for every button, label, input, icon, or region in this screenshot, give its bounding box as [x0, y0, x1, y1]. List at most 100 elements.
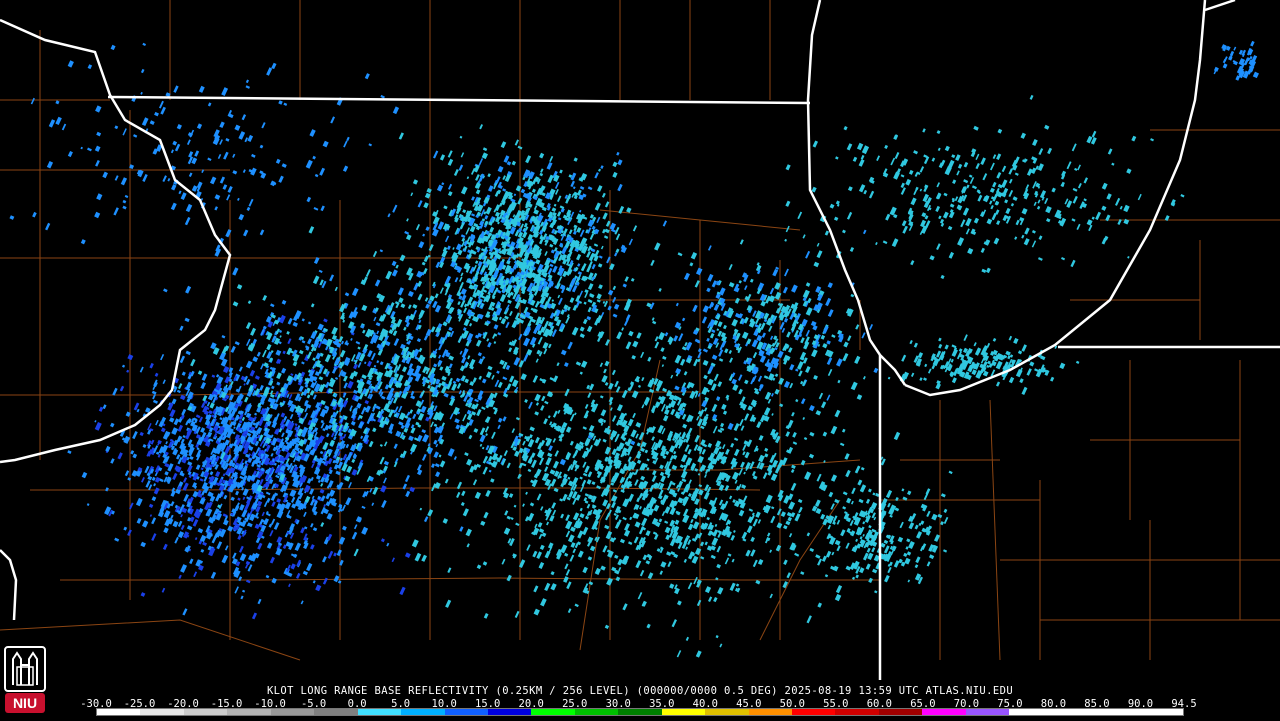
radar-echo — [452, 247, 454, 250]
radar-echo — [480, 521, 485, 526]
radar-echo — [901, 174, 905, 177]
radar-echo — [713, 597, 717, 602]
radar-echo — [567, 342, 573, 350]
radar-echo — [155, 420, 159, 426]
radar-echo — [857, 480, 862, 486]
radar-echo — [863, 376, 866, 380]
radar-echo — [187, 465, 193, 473]
radar-echo — [550, 264, 554, 267]
radar-echo — [494, 341, 497, 344]
radar-echo — [791, 412, 795, 417]
radar-echo — [178, 383, 182, 389]
radar-echo — [276, 536, 282, 543]
radar-echo — [768, 326, 772, 332]
radar-echo — [276, 382, 280, 386]
radar-echo — [550, 479, 556, 487]
radar-echo — [639, 506, 642, 510]
radar-echo — [443, 518, 448, 524]
radar-echo — [604, 361, 609, 367]
radar-echo — [730, 583, 736, 591]
radar-echo — [855, 324, 859, 329]
radar-echo — [433, 451, 439, 458]
radar-echo — [543, 418, 548, 424]
radar-echo — [487, 342, 491, 347]
radar-echo — [615, 522, 620, 529]
radar-echo — [616, 332, 622, 340]
radar-echo — [628, 331, 633, 337]
radar-echo — [361, 527, 368, 535]
radar-echo — [722, 444, 725, 449]
radar-echo — [421, 429, 426, 433]
radar-echo — [117, 452, 122, 459]
radar-echo — [486, 207, 492, 215]
radar-echo — [462, 414, 467, 421]
radar-echo — [743, 472, 746, 475]
radar-echo — [783, 525, 788, 529]
radar-echo — [345, 497, 351, 505]
radar-echo — [846, 498, 851, 504]
radar-echo — [723, 411, 727, 415]
radar-echo — [869, 324, 873, 330]
radar-echo — [585, 516, 589, 520]
radar-echo — [716, 328, 719, 331]
radar-echo — [254, 413, 257, 416]
radar-echo — [299, 350, 304, 354]
radar-echo — [575, 542, 579, 548]
radar-echo — [486, 338, 489, 341]
radar-echo — [540, 405, 544, 411]
radar-echo — [461, 295, 466, 302]
radar-echo — [698, 348, 702, 352]
radar-echo — [605, 382, 609, 386]
radar-echo — [629, 517, 632, 520]
radar-echo — [448, 448, 455, 457]
radar-echo — [369, 441, 374, 447]
radar-echo — [509, 311, 513, 316]
radar-echo — [682, 318, 685, 322]
radar-echo — [371, 353, 376, 361]
radar-echo — [672, 619, 677, 627]
radar-echo — [926, 511, 930, 517]
radar-echo — [110, 458, 114, 464]
radar-echo — [169, 417, 174, 422]
radar-echo — [460, 273, 463, 277]
radar-echo — [797, 361, 804, 370]
radar-echo — [611, 502, 616, 508]
radar-echo — [422, 234, 425, 237]
radar-echo — [237, 535, 241, 540]
radar-echo — [766, 495, 773, 504]
radar-echo — [457, 383, 461, 389]
radar-echo — [588, 445, 593, 452]
radar-echo — [548, 415, 551, 418]
radar-map — [0, 0, 1280, 720]
radar-echo — [972, 185, 977, 189]
radar-echo — [1032, 139, 1038, 146]
radar-echo — [823, 432, 828, 437]
radar-echo — [642, 555, 647, 561]
radar-echo — [257, 543, 262, 550]
radar-echo — [842, 353, 848, 361]
radar-echo — [210, 471, 214, 475]
radar-echo — [549, 156, 553, 162]
radar-echo — [353, 364, 358, 370]
radar-echo — [580, 186, 585, 190]
radar-echo — [1037, 199, 1040, 203]
radar-echo — [266, 575, 270, 578]
radar-echo — [322, 556, 327, 562]
radar-echo — [1123, 205, 1129, 212]
radar-echo — [550, 583, 556, 590]
radar-echo — [400, 303, 405, 308]
radar-echo — [612, 415, 617, 422]
radar-echo — [364, 344, 369, 350]
radar-echo — [724, 348, 728, 353]
radar-echo — [772, 269, 778, 277]
radar-echo — [501, 318, 507, 324]
radar-echo — [635, 560, 641, 568]
radar-echo — [628, 456, 632, 462]
radar-echo — [589, 384, 594, 391]
radar-echo — [398, 375, 404, 382]
radar-echo — [485, 426, 489, 432]
radar-echo — [489, 470, 492, 473]
radar-echo — [388, 423, 394, 430]
radar-echo — [694, 468, 698, 472]
radar-echo — [276, 372, 282, 379]
